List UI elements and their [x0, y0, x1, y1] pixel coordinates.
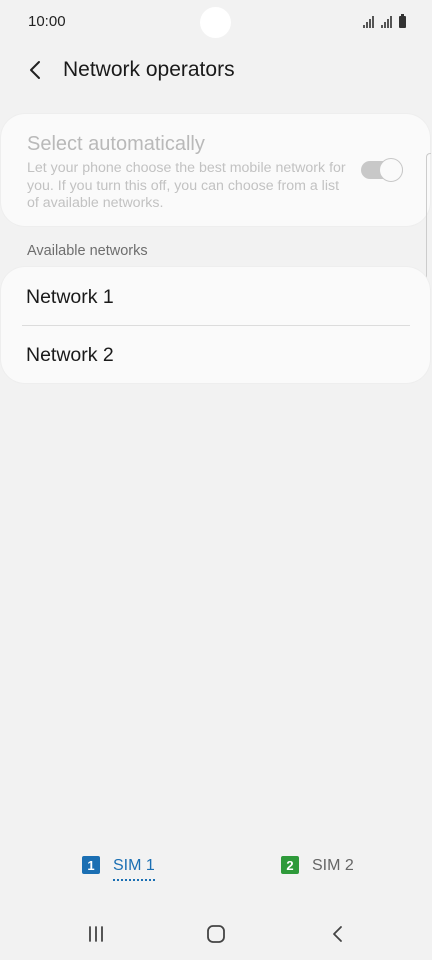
- select-automatically-toggle[interactable]: [361, 158, 403, 182]
- network-label: Network 2: [26, 344, 114, 366]
- toggle-thumb: [379, 158, 403, 182]
- available-networks-list: Network 1 Network 2: [1, 267, 430, 383]
- back-icon[interactable]: [326, 922, 350, 946]
- tab-sim-2[interactable]: 2 SIM 2: [281, 855, 354, 885]
- page-title: Network operators: [63, 58, 235, 81]
- list-item-network-1[interactable]: Network 1: [1, 267, 430, 325]
- chevron-left-icon[interactable]: [24, 58, 48, 82]
- signal-sim2-icon: [381, 16, 392, 28]
- app-bar: Network operators: [0, 48, 432, 92]
- status-time: 10:00: [28, 13, 66, 30]
- sim-2-label: SIM 2: [312, 857, 354, 874]
- select-automatically-card: Select automatically Let your phone choo…: [1, 114, 430, 226]
- sim-1-label: SIM 1: [113, 857, 155, 881]
- select-automatically-title: Select automatically: [27, 133, 205, 155]
- available-networks-header: Available networks: [27, 243, 148, 259]
- list-item-network-2[interactable]: Network 2: [1, 325, 430, 383]
- system-navigation-bar: [0, 910, 432, 960]
- sim-1-badge-icon: 1: [82, 856, 100, 874]
- select-automatically-description: Let your phone choose the best mobile ne…: [27, 160, 346, 211]
- sim-2-badge-icon: 2: [281, 856, 299, 874]
- recents-icon[interactable]: [84, 922, 108, 946]
- signal-sim1-icon: [363, 16, 374, 28]
- status-icons: [363, 14, 406, 28]
- status-bar: 10:00: [0, 0, 432, 44]
- tab-sim-1[interactable]: 1 SIM 1: [82, 855, 155, 885]
- battery-icon: [399, 14, 406, 28]
- network-label: Network 1: [26, 286, 114, 308]
- home-icon[interactable]: [204, 922, 228, 946]
- front-camera-cutout: [200, 7, 231, 38]
